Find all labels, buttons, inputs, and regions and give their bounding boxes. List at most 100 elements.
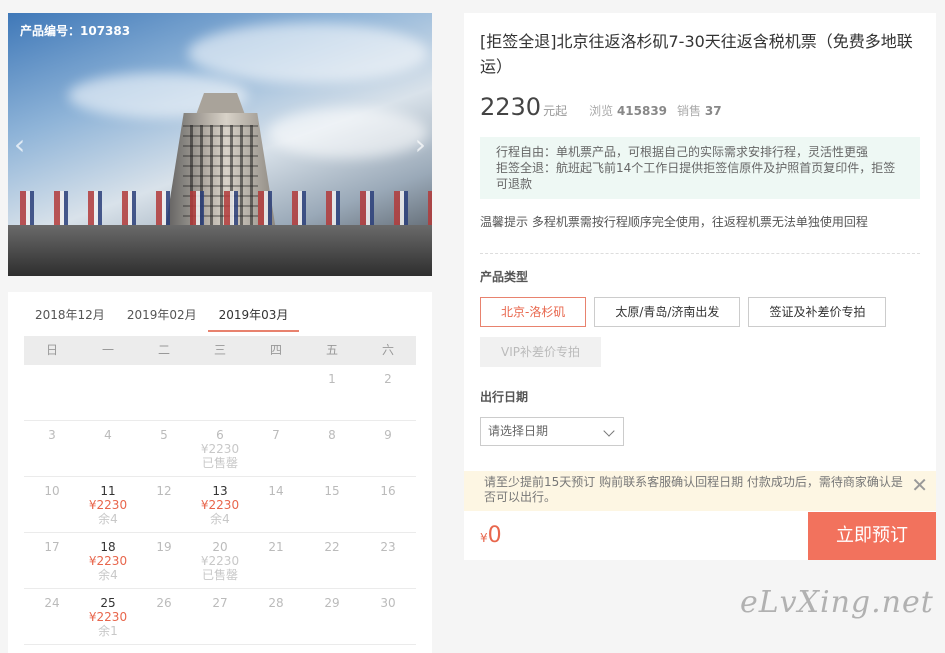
- day-number: 24: [44, 596, 60, 610]
- weekday: 二: [157, 343, 170, 357]
- calendar-empty: [80, 365, 136, 420]
- calendar-day: 8: [304, 421, 360, 476]
- calendar-week-row: 10 11 ¥2230 余4 12 13 ¥2230 余4 14 15 16: [24, 477, 416, 533]
- calendar-empty: [24, 365, 80, 420]
- warning-text: 请至少提前15天预订 购前联系客服确认回程日期 付款成功后，需待商家确认是否可以…: [484, 475, 903, 504]
- product-type-label: 产品类型: [480, 270, 529, 284]
- month-tab[interactable]: 2019年02月: [116, 292, 208, 332]
- view-number: 415839: [616, 104, 668, 118]
- calendar-week-row: 3 4 5 6 ¥2230 已售罄 7 8 9: [24, 421, 416, 477]
- price-value: 2230: [480, 93, 542, 121]
- day-price: ¥2230: [200, 442, 240, 456]
- month-tab[interactable]: 2018年12月: [24, 292, 116, 332]
- option-taiyuan-qingdao-jinan[interactable]: 太原/青岛/济南出发: [594, 297, 741, 327]
- day-stock: 余4: [98, 568, 118, 582]
- calendar-day: 7: [248, 421, 304, 476]
- view-count: 浏览 415839: [589, 102, 667, 119]
- weekday: 四: [269, 343, 282, 357]
- calendar-day: 10: [24, 477, 80, 532]
- day-number: 18: [100, 540, 116, 554]
- day-price: ¥2230: [88, 554, 128, 568]
- month-tab-active[interactable]: 2019年03月: [207, 292, 300, 332]
- day-number: 19: [156, 540, 172, 554]
- book-now-button[interactable]: 立即预订: [808, 512, 936, 560]
- price-row: 2230 元起 浏览 415839 销售 37: [480, 93, 722, 121]
- option-visa-supplement[interactable]: 签证及补差价专拍: [748, 297, 887, 327]
- feature-notice: 行程自由：单机票产品，可根据自己的实际需求安排行程，灵活性更强 拒签全退：航班起…: [480, 137, 920, 199]
- option-vip-supplement: VIP补差价专拍: [480, 337, 601, 367]
- option-beijing-la[interactable]: 北京-洛杉矶: [480, 297, 587, 327]
- travel-date-label: 出行日期: [480, 390, 529, 404]
- day-number: 2: [384, 372, 392, 386]
- day-number: 23: [380, 540, 396, 554]
- calendar-day: 12: [136, 477, 192, 532]
- calendar-day[interactable]: 11 ¥2230 余4: [80, 477, 136, 532]
- sales-count: 销售 37: [677, 102, 722, 119]
- day-number: 14: [268, 484, 284, 498]
- day-price: ¥2230: [88, 498, 128, 512]
- day-stock: 已售罄: [201, 568, 238, 582]
- day-number: 27: [212, 596, 228, 610]
- calendar-day: 21: [248, 533, 304, 588]
- calendar-week-row: 17 18 ¥2230 余4 19 20 ¥2230 已售罄 21 22 23: [24, 533, 416, 589]
- day-number: 20: [212, 540, 228, 554]
- calendar-day: 26: [136, 589, 192, 644]
- day-stock: 余4: [98, 512, 118, 526]
- day-number: 15: [324, 484, 340, 498]
- chevron-down-icon: [603, 425, 615, 437]
- day-number: 10: [44, 484, 60, 498]
- price-unit: 元起: [543, 104, 568, 118]
- cloud: [188, 23, 428, 83]
- calendar-day[interactable]: 18 ¥2230 余4: [80, 533, 136, 588]
- calendar-day: 30: [360, 589, 416, 644]
- calendar-day[interactable]: 13 ¥2230 余4: [192, 477, 248, 532]
- calendar-day: 20 ¥2230 已售罄: [192, 533, 248, 588]
- day-number: 21: [268, 540, 284, 554]
- weekday-header: 日 一 二 三 四 五 六: [24, 336, 416, 365]
- total-amount: 0: [487, 523, 502, 548]
- calendar-grid: 1 2 3 4 5 6 ¥2230 已售罄 7 8 9 10 11 ¥2230 余4 12 13 ¥2230 余4 1…: [24, 365, 416, 645]
- calendar-day: 15: [304, 477, 360, 532]
- calendar-empty: [248, 365, 304, 420]
- day-number: 16: [380, 484, 396, 498]
- day-stock: 余4: [210, 512, 230, 526]
- calendar-empty: [136, 365, 192, 420]
- prev-arrow-icon[interactable]: ‹: [14, 131, 25, 159]
- departure-calendar: 2018年12月 2019年02月 2019年03月 日 一 二 三 四 五 六…: [8, 292, 432, 653]
- calendar-day: 5: [136, 421, 192, 476]
- calendar-day: 1: [304, 365, 360, 420]
- close-icon[interactable]: ✕: [911, 475, 928, 495]
- day-number: 28: [268, 596, 284, 610]
- calendar-day: 22: [304, 533, 360, 588]
- day-stock: 已售罄: [201, 456, 238, 470]
- product-photo: 产品编号：107383 ‹ ›: [8, 13, 432, 276]
- day-number: 30: [380, 596, 396, 610]
- calendar-day: 28: [248, 589, 304, 644]
- day-price: ¥2230: [200, 498, 240, 512]
- calendar-day[interactable]: 25 ¥2230 余1: [80, 589, 136, 644]
- date-placeholder: 请选择日期: [488, 424, 549, 438]
- calendar-day: 6 ¥2230 已售罄: [192, 421, 248, 476]
- day-number: 29: [324, 596, 340, 610]
- total-price: ¥0: [480, 525, 502, 549]
- day-price: ¥2230: [200, 554, 240, 568]
- calendar-day: 14: [248, 477, 304, 532]
- weekday: 三: [213, 343, 226, 357]
- booking-panel: [拒签全退]北京往返洛杉矶7-30天往返含税机票（免费多地联运） 2230 元起…: [464, 13, 936, 560]
- calendar-day: 23: [360, 533, 416, 588]
- notice-line: 拒签全退：航班起飞前14个工作日提供拒签信原件及护照首页复印件，拒签可退款: [496, 161, 896, 191]
- day-number: 25: [100, 596, 116, 610]
- next-arrow-icon[interactable]: ›: [415, 131, 426, 159]
- divider: [480, 253, 920, 254]
- product-title: [拒签全退]北京往返洛杉矶7-30天往返含税机票（免费多地联运）: [480, 32, 913, 76]
- day-number: 11: [100, 484, 116, 498]
- weekday: 日: [45, 343, 58, 357]
- plaza: [8, 225, 432, 276]
- travel-date-select[interactable]: 请选择日期: [480, 417, 624, 446]
- calendar-day: 3: [24, 421, 80, 476]
- day-number: 22: [324, 540, 340, 554]
- day-number: 4: [104, 428, 112, 442]
- calendar-empty: [192, 365, 248, 420]
- day-number: 26: [156, 596, 172, 610]
- day-stock: 余1: [98, 624, 118, 638]
